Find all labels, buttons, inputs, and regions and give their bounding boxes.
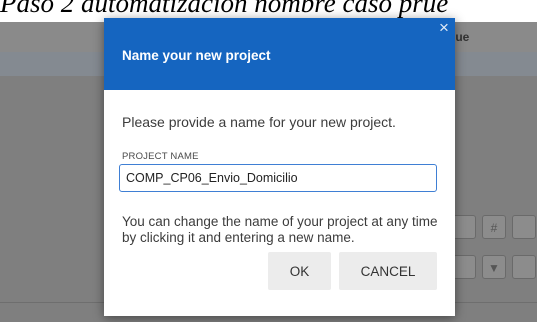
background-toolbar-button	[512, 215, 536, 239]
background-toolbar-button	[452, 255, 476, 279]
dialog-header: Name your new project ×	[104, 18, 455, 90]
document-heading: Paso 2 automatización nombre caso prue	[0, 0, 449, 18]
background-toolbar-button	[452, 215, 476, 239]
background-toolbar-button: #	[482, 215, 506, 239]
background-toolbar-button	[512, 255, 536, 279]
dialog-prompt: Please provide a name for your new proje…	[122, 114, 396, 130]
cancel-button[interactable]: CANCEL	[339, 252, 437, 290]
project-name-label: PROJECT NAME	[122, 151, 199, 162]
close-icon[interactable]: ×	[436, 19, 452, 36]
background-toolbar-button: ▼	[482, 255, 506, 279]
dialog-title: Name your new project	[122, 48, 271, 63]
rename-hint: You can change the name of your project …	[122, 214, 438, 245]
new-project-dialog: Name your new project × Please provide a…	[104, 18, 455, 316]
project-name-input[interactable]	[119, 164, 437, 192]
ok-button[interactable]: OK	[268, 252, 331, 290]
